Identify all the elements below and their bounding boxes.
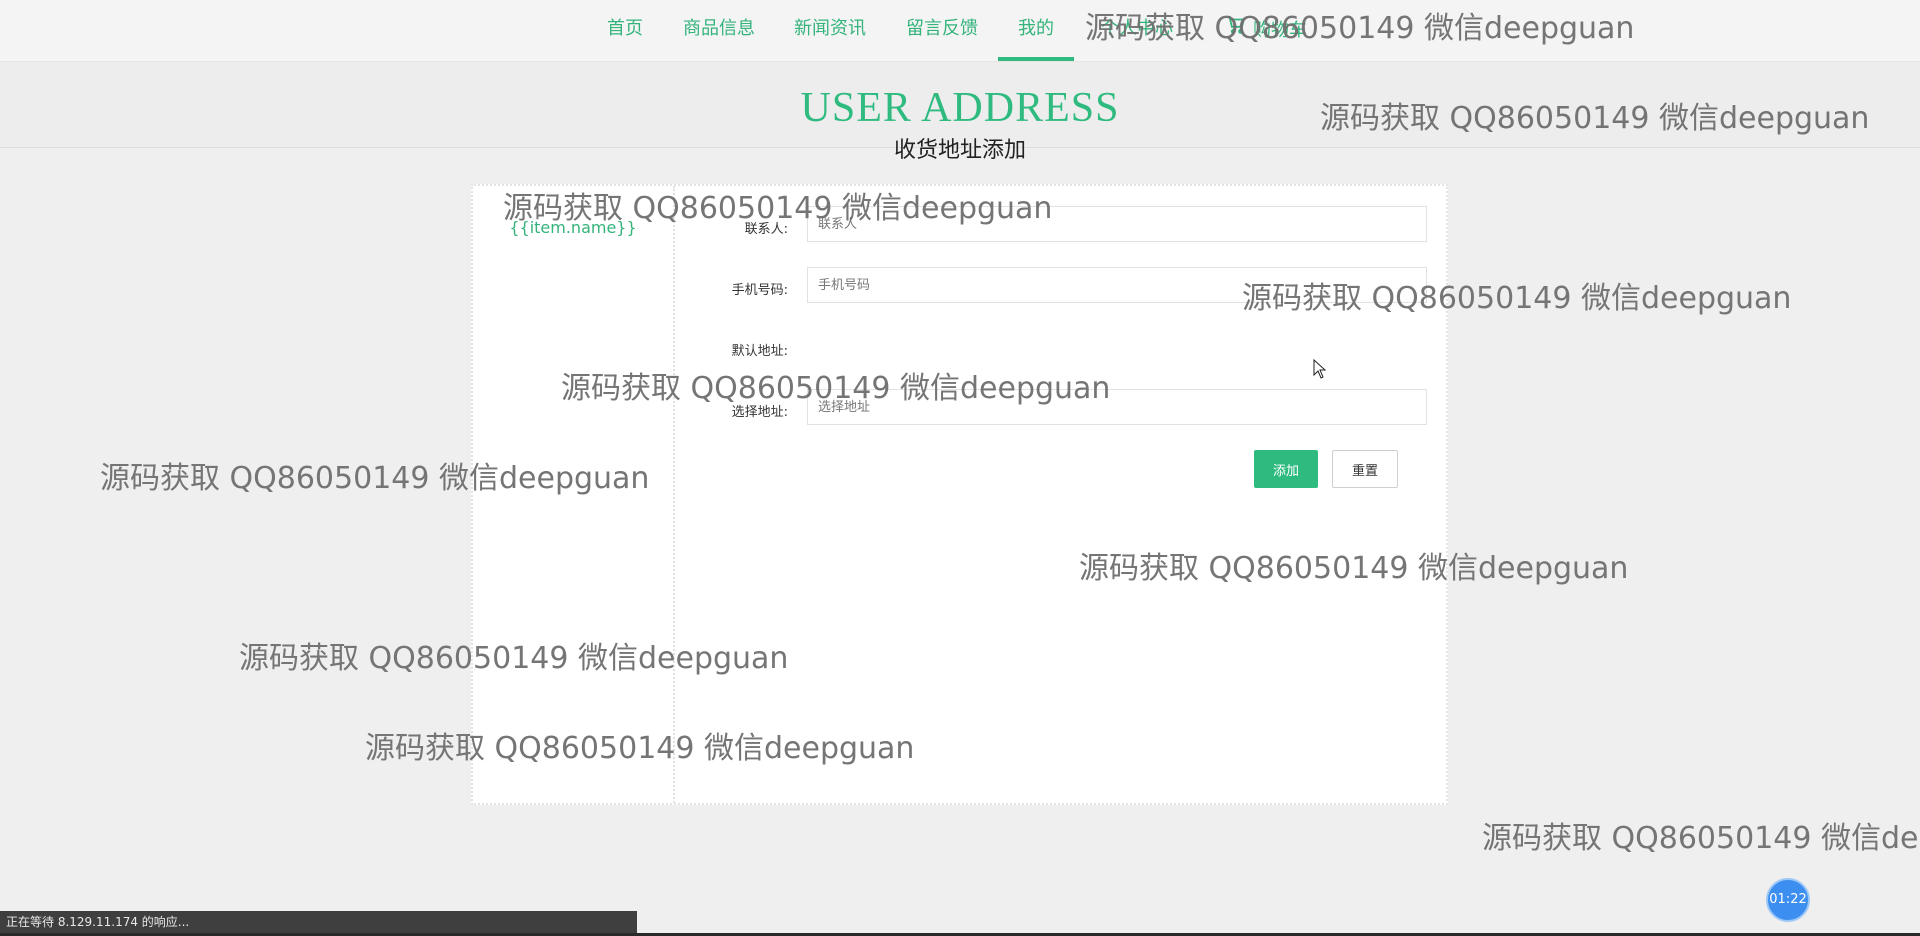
title-band: USER ADDRESS 收货地址添加 bbox=[0, 62, 1920, 163]
form-row-phone: 手机号码: bbox=[473, 267, 1446, 307]
form-row-address: 选择地址: bbox=[473, 389, 1446, 429]
default-address-label: 默认地址: bbox=[731, 344, 788, 359]
nav-item-feedback[interactable]: 留言反馈 bbox=[905, 0, 979, 61]
cart-label: 购物车 bbox=[1253, 19, 1307, 41]
phone-input[interactable] bbox=[807, 267, 1427, 303]
add-button[interactable]: 添加 bbox=[1254, 450, 1318, 488]
nav-item-personal-center[interactable]: 个人中心 bbox=[1092, 0, 1182, 61]
form-row-default-address: 默认地址: bbox=[473, 328, 1446, 368]
nav-item-cart[interactable]: 购物车 bbox=[1225, 0, 1317, 61]
nav-item-home[interactable]: 首页 bbox=[606, 0, 644, 61]
phone-label: 手机号码: bbox=[731, 283, 788, 298]
contact-input[interactable] bbox=[807, 206, 1427, 242]
address-input[interactable] bbox=[807, 389, 1427, 425]
cart-icon bbox=[1225, 2, 1247, 60]
page-title: USER ADDRESS bbox=[800, 85, 1120, 131]
browser-status-bar: 正在等待 8.129.11.174 的响应... bbox=[0, 911, 637, 933]
timer-badge[interactable]: 01:22 bbox=[1766, 878, 1810, 922]
form-row-contact: 联系人: bbox=[473, 206, 1446, 246]
mouse-cursor-icon bbox=[1313, 359, 1327, 379]
nav-item-mine[interactable]: 我的 bbox=[998, 0, 1074, 61]
reset-button[interactable]: 重置 bbox=[1332, 450, 1398, 488]
nav-item-products[interactable]: 商品信息 bbox=[682, 0, 756, 61]
nav-item-news[interactable]: 新闻资讯 bbox=[793, 0, 867, 61]
address-label: 选择地址: bbox=[731, 405, 788, 420]
address-panel: {{item.name}} 联系人: 手机号码: 默认地址: 选择地址: 添加 … bbox=[471, 184, 1448, 805]
page-subtitle: 收货地址添加 bbox=[893, 138, 1026, 163]
contact-label: 联系人: bbox=[744, 222, 788, 237]
watermark: 源码获取 QQ86050149 微信deepguan bbox=[1482, 821, 1920, 856]
top-navigation: 首页 商品信息 新闻资讯 留言反馈 我的 个人中心 购物车 bbox=[0, 0, 1920, 62]
